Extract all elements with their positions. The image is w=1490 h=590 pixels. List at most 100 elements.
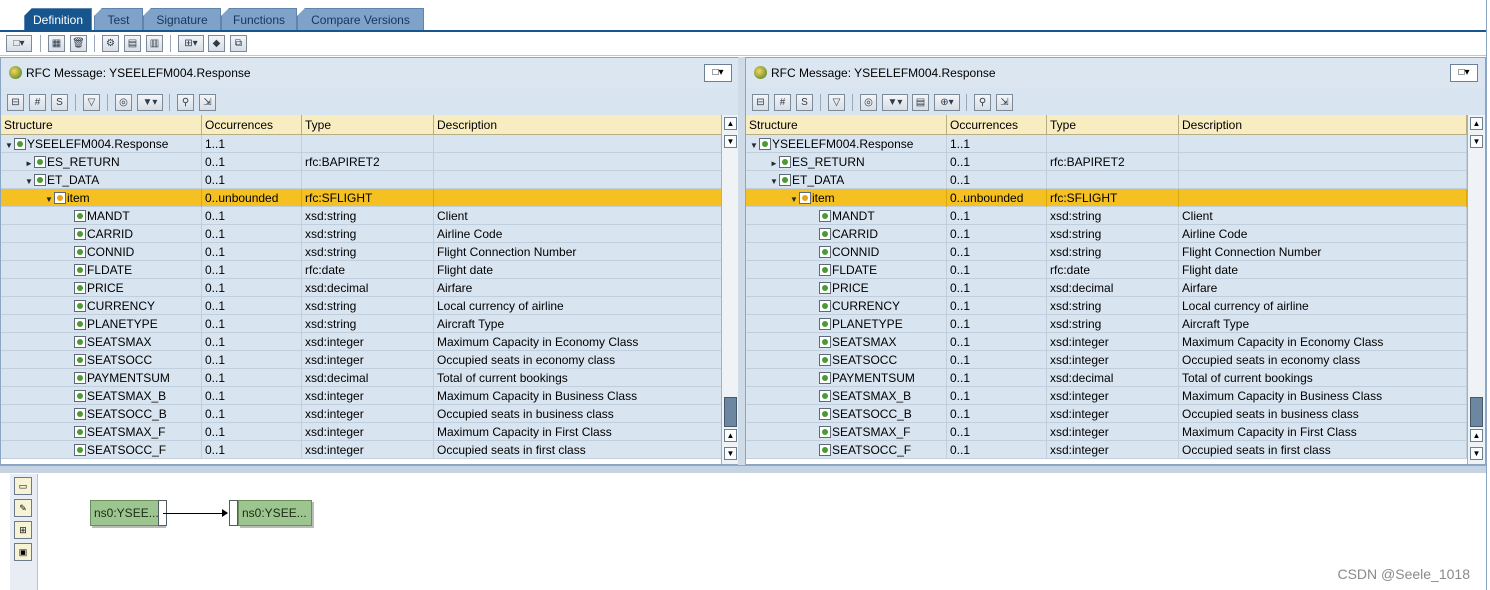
structure-cell[interactable]: CARRID (1, 225, 202, 243)
structure-cell[interactable]: SEATSOCC (1, 351, 202, 369)
target-connector-handle[interactable] (229, 500, 238, 526)
table-row[interactable]: SEATSOCC 0..1 xsd:integer Occupied seats in… (746, 351, 1467, 369)
document-icon[interactable]: ▤ (912, 94, 929, 111)
expand-toggle-icon[interactable]: ▼ (789, 191, 799, 207)
document-icon[interactable]: ▤ (124, 35, 141, 52)
table-row[interactable]: ▼ ET_DATA 0..1 (1, 171, 722, 189)
column-header-type[interactable]: Type (1047, 115, 1179, 135)
table-row[interactable]: SEATSOCC_B 0..1 xsd:integer Occupied seats … (1, 405, 722, 423)
column-header-occurrences[interactable]: Occurrences (202, 115, 302, 135)
tab-functions[interactable]: Functions (221, 8, 297, 30)
table-row[interactable]: SEATSMAX 0..1 xsd:integer Maximum Capacity … (746, 333, 1467, 351)
structure-cell[interactable]: PLANETYPE (746, 315, 947, 333)
expand-toggle-icon[interactable]: ► (769, 155, 779, 171)
expand-toggle-icon[interactable]: ▼ (4, 137, 14, 153)
table-row[interactable]: SEATSOCC 0..1 xsd:integer Occupied seats in… (1, 351, 722, 369)
table-row[interactable]: CARRID 0..1 xsd:string Airline Code (1, 225, 722, 243)
settings-icon[interactable]: ⚙ (102, 35, 119, 52)
scroll-down-button[interactable]: ▲ (1470, 429, 1483, 442)
table-row[interactable]: ▼ YSEELEFM004.Response 1..1 (746, 135, 1467, 153)
trash-icon[interactable]: 🗑 (70, 35, 87, 52)
table-row[interactable]: ► ES_RETURN 0..1 rfc:BAPIRET2 (746, 153, 1467, 171)
table-row[interactable]: CONNID 0..1 xsd:string Flight Connection Nu… (1, 243, 722, 261)
table-row[interactable]: PLANETYPE 0..1 xsd:string Aircraft Type (1, 315, 722, 333)
tree-icon[interactable]: ⊟ (7, 94, 24, 111)
tab-definition[interactable]: Definition (24, 8, 92, 30)
expand-toggle-icon[interactable]: ▼ (44, 191, 54, 207)
source-message-box[interactable]: ns0:YSEE... (90, 500, 164, 526)
filter-dropdown-icon[interactable]: ▼▾ (882, 94, 908, 111)
grid-icon[interactable]: # (774, 94, 791, 111)
filter-icon[interactable]: ▽ (83, 94, 100, 111)
filter-icon[interactable]: ▽ (828, 94, 845, 111)
structure-cell[interactable]: SEATSOCC_B (746, 405, 947, 423)
column-header-structure[interactable]: Structure (746, 115, 947, 135)
structure-cell[interactable]: PAYMENTSUM (746, 369, 947, 387)
table-icon[interactable]: ▥ (146, 35, 163, 52)
structure-cell[interactable]: MANDT (746, 207, 947, 225)
expand-toggle-icon[interactable]: ► (24, 155, 34, 171)
table-row[interactable]: CONNID 0..1 xsd:string Flight Connection Nu… (746, 243, 1467, 261)
structure-cell[interactable]: ▼ ET_DATA (746, 171, 947, 189)
expand-toggle-icon[interactable]: ▼ (749, 137, 759, 153)
table-row[interactable]: MANDT 0..1 xsd:string Client (746, 207, 1467, 225)
table-row[interactable]: SEATSOCC_F 0..1 xsd:integer Occupied seats … (746, 441, 1467, 459)
structure-cell[interactable]: CONNID (746, 243, 947, 261)
hierarchy-tool-icon[interactable]: ⊞ (14, 521, 32, 539)
column-header-description[interactable]: Description (434, 115, 722, 135)
structure-cell[interactable]: PRICE (1, 279, 202, 297)
scroll-up-button[interactable]: ▼ (724, 135, 737, 148)
table-row[interactable]: ▼ ET_DATA 0..1 (746, 171, 1467, 189)
structure-cell[interactable]: PRICE (746, 279, 947, 297)
table-row[interactable]: MANDT 0..1 xsd:string Client (1, 207, 722, 225)
table-row[interactable]: SEATSMAX_B 0..1 xsd:integer Maximum Capacit… (1, 387, 722, 405)
table-row[interactable]: ▼ YSEELEFM004.Response 1..1 (1, 135, 722, 153)
structure-cell[interactable]: ► ES_RETURN (746, 153, 947, 171)
scroll-down-button[interactable]: ▼ (1470, 447, 1483, 460)
table-row[interactable]: CURRENCY 0..1 xsd:string Local currency of … (1, 297, 722, 315)
pencil-tool-icon[interactable]: ✎ (14, 499, 32, 517)
structure-cell[interactable]: ▼ YSEELEFM004.Response (1, 135, 202, 153)
scroll-up-button[interactable]: ▲ (724, 117, 737, 130)
select-tool-icon[interactable]: ▭ (14, 477, 32, 495)
tree-icon[interactable]: ⊟ (752, 94, 769, 111)
scroll-down-button[interactable]: ▼ (724, 447, 737, 460)
tab-compare-versions[interactable]: Compare Versions (297, 8, 424, 30)
table-row[interactable]: SEATSMAX_B 0..1 xsd:integer Maximum Capacit… (746, 387, 1467, 405)
scroll-up-button[interactable]: ▼ (1470, 135, 1483, 148)
structure-cell[interactable]: CONNID (1, 243, 202, 261)
tab-signature[interactable]: Signature (143, 8, 221, 30)
scroll-thumb[interactable] (724, 397, 737, 427)
grid-icon[interactable]: ▦ (48, 35, 65, 52)
filter-dropdown-icon[interactable]: ▼▾ (137, 94, 163, 111)
structure-cell[interactable]: ▼ item (746, 189, 947, 207)
structure-cell[interactable]: MANDT (1, 207, 202, 225)
structure-cell[interactable]: ▼ ET_DATA (1, 171, 202, 189)
structure-cell[interactable]: FLDATE (746, 261, 947, 279)
grid-icon[interactable]: # (29, 94, 46, 111)
table-row[interactable]: FLDATE 0..1 rfc:date Flight date (1, 261, 722, 279)
structure-cell[interactable]: SEATSOCC_B (1, 405, 202, 423)
table-row[interactable]: SEATSMAX_F 0..1 xsd:integer Maximum Capacit… (746, 423, 1467, 441)
right-vertical-scrollbar[interactable]: ▲ ▼ ▲ ▼ (1467, 115, 1485, 464)
column-header-occurrences[interactable]: Occurrences (947, 115, 1047, 135)
structure-cell[interactable]: CARRID (746, 225, 947, 243)
structure-cell[interactable]: SEATSOCC (746, 351, 947, 369)
structure-cell[interactable]: SEATSMAX (746, 333, 947, 351)
target-message-box[interactable]: ns0:YSEE... (238, 500, 312, 526)
table-row[interactable]: ▼ item 0..unbounded rfc:SFLIGHT (746, 189, 1467, 207)
structure-cell[interactable]: PLANETYPE (1, 315, 202, 333)
mapping-dropdown-icon[interactable]: ⊞▾ (178, 35, 204, 52)
structure-cell[interactable]: ▼ item (1, 189, 202, 207)
horizontal-splitter[interactable] (0, 465, 1486, 473)
search-node-icon[interactable]: ◎ (115, 94, 132, 111)
table-row[interactable]: FLDATE 0..1 rfc:date Flight date (746, 261, 1467, 279)
panel-layout-icon[interactable]: □▾ (1450, 64, 1478, 82)
binoculars-icon[interactable]: ⚲ (177, 94, 194, 111)
structure-cell[interactable]: SEATSOCC_F (1, 441, 202, 459)
src-icon[interactable]: S (51, 94, 68, 111)
structure-cell[interactable]: SEATSMAX (1, 333, 202, 351)
tab-test[interactable]: Test (94, 8, 143, 30)
structure-cell[interactable]: SEATSOCC_F (746, 441, 947, 459)
structure-cell[interactable]: ▼ YSEELEFM004.Response (746, 135, 947, 153)
